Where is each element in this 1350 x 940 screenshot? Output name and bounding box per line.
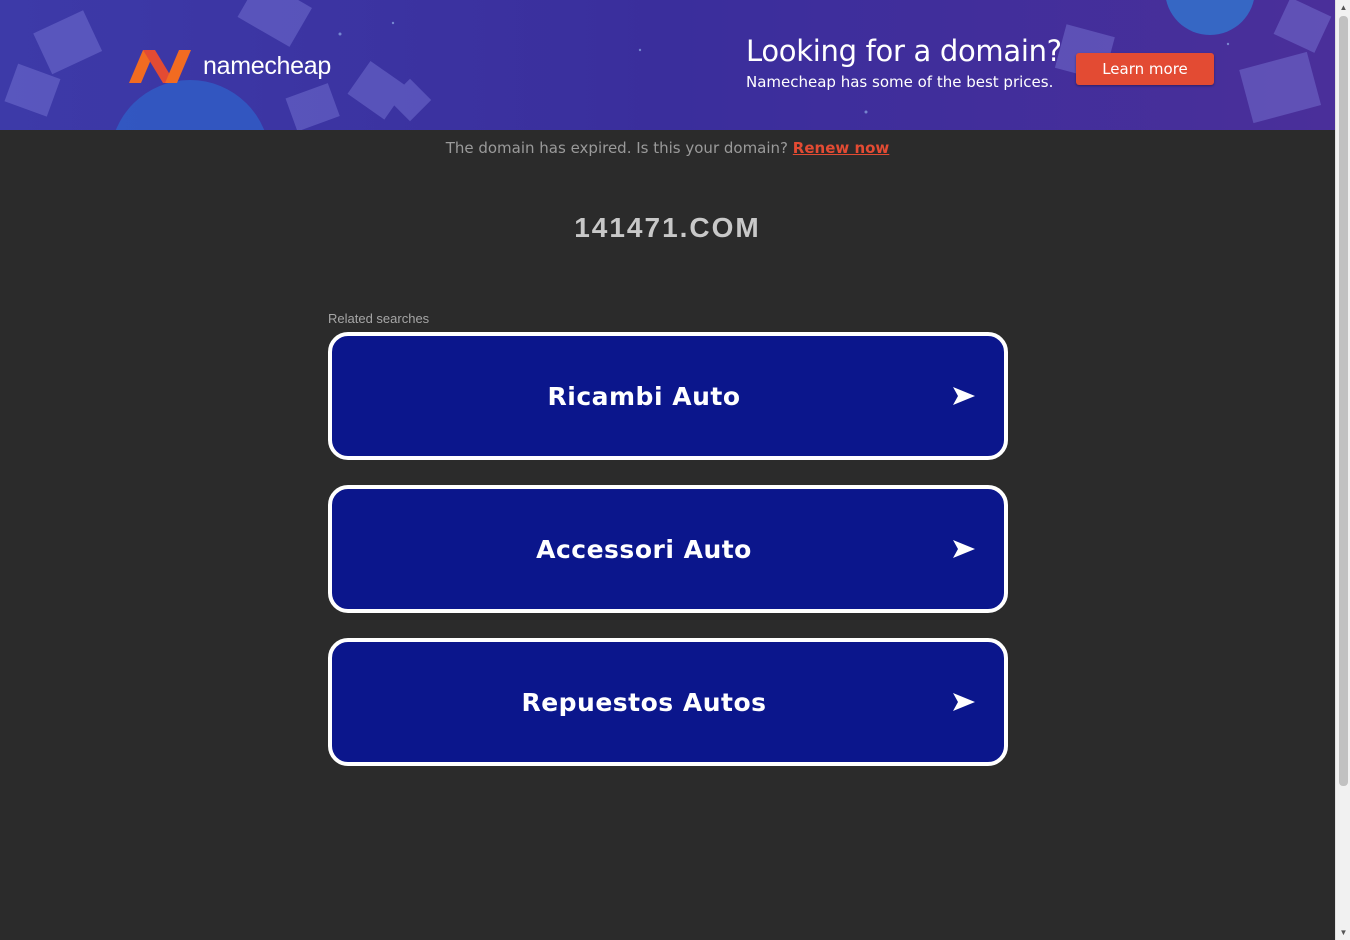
promo-text: Looking for a domain? Namecheap has some… xyxy=(746,34,1062,91)
arrow-right-icon xyxy=(953,693,975,711)
related-search-repuestos-autos[interactable]: Repuestos Autos xyxy=(328,638,1008,766)
scroll-down-icon[interactable]: ▼ xyxy=(1336,925,1350,940)
related-searches-list: Ricambi Auto Accessori Auto Repuestos Au… xyxy=(328,332,1008,791)
parked-page: namecheap Looking for a domain? Namechea… xyxy=(0,0,1335,940)
promo-subtitle: Namecheap has some of the best prices. xyxy=(746,73,1054,91)
namecheap-logo[interactable]: namecheap xyxy=(127,46,331,86)
notice-text: The domain has expired. Is this your dom… xyxy=(445,139,789,157)
learn-more-button[interactable]: Learn more xyxy=(1076,53,1214,85)
related-search-label: Ricambi Auto xyxy=(547,381,741,411)
promo-banner[interactable]: namecheap Looking for a domain? Namechea… xyxy=(0,0,1335,130)
related-searches-label: Related searches xyxy=(328,311,430,326)
domain-title: 141471.COM xyxy=(574,212,761,243)
scroll-up-icon[interactable]: ▲ xyxy=(1336,0,1350,15)
scrollbar-thumb[interactable] xyxy=(1339,16,1348,786)
related-search-ricambi-auto[interactable]: Ricambi Auto xyxy=(328,332,1008,460)
related-search-label: Repuestos Autos xyxy=(521,687,767,717)
related-search-accessori-auto[interactable]: Accessori Auto xyxy=(328,485,1008,613)
brand-name: namecheap xyxy=(203,51,331,80)
vertical-scrollbar[interactable]: ▲ ▼ xyxy=(1335,0,1350,940)
arrow-right-icon xyxy=(953,387,975,405)
arrow-right-icon xyxy=(953,540,975,558)
namecheap-mark-icon xyxy=(129,50,191,83)
renew-now-link[interactable]: Renew now xyxy=(793,139,890,157)
expired-notice: The domain has expired. Is this your dom… xyxy=(0,139,1335,157)
related-search-label: Accessori Auto xyxy=(536,534,752,564)
promo-title: Looking for a domain? xyxy=(746,34,1062,68)
